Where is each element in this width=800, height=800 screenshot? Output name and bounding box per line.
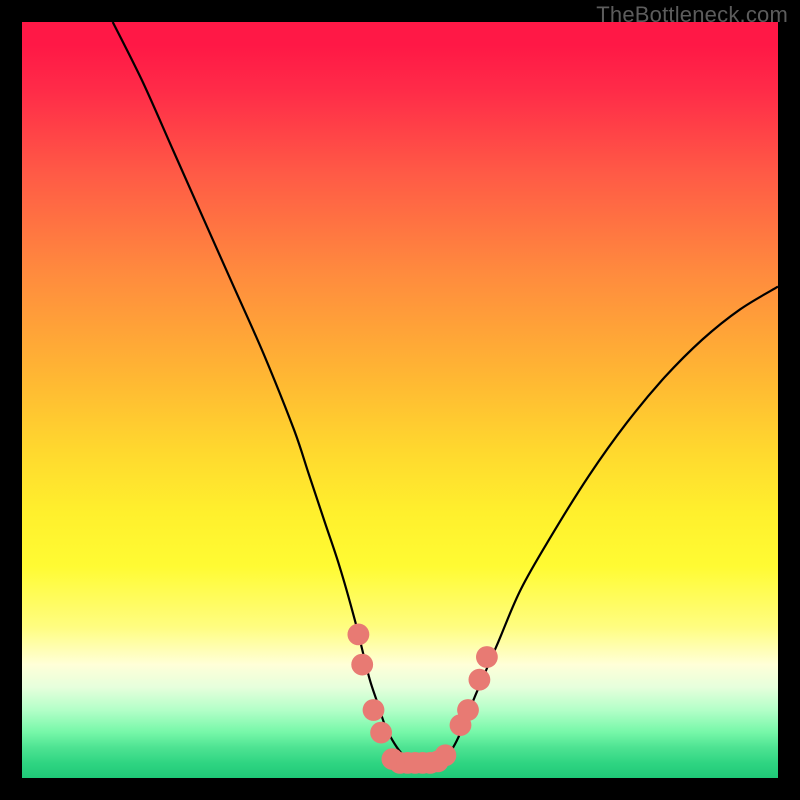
curve-marker: [348, 624, 370, 646]
bottleneck-svg: [22, 22, 778, 778]
curve-marker: [469, 669, 491, 691]
curve-marker: [457, 699, 479, 721]
curve-marker: [476, 646, 498, 668]
curve-markers: [348, 624, 498, 774]
curve-marker: [363, 699, 385, 721]
bottleneck-curve: [113, 22, 778, 763]
chart-frame: TheBottleneck.com: [0, 0, 800, 800]
curve-marker: [351, 654, 373, 676]
curve-marker: [370, 722, 392, 744]
watermark-text: TheBottleneck.com: [596, 2, 788, 28]
plot-area: [22, 22, 778, 778]
curve-marker: [435, 744, 457, 766]
